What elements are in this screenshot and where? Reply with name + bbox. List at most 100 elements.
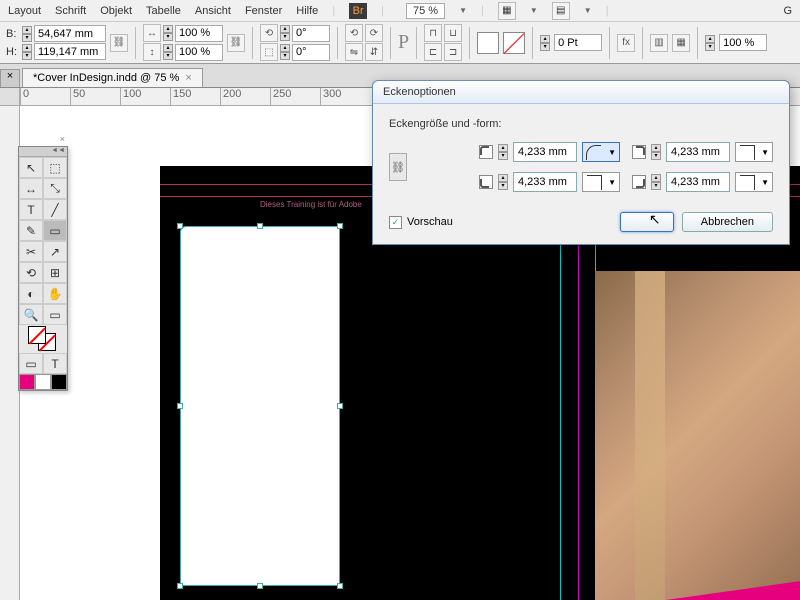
rotate-input[interactable] [292,25,330,42]
hand-tool[interactable]: 🔍 [19,304,43,325]
shear-icon: ⬚ [260,43,278,61]
height-input[interactable] [34,43,106,60]
arrange-icon[interactable]: ▤ [552,2,570,20]
preview-checkbox[interactable]: ✓ [389,216,402,229]
tools-close-icon[interactable]: × [60,134,65,144]
menu-tabelle[interactable]: Tabelle [146,5,181,17]
scale-y-input[interactable] [175,44,223,61]
align-1-icon[interactable]: ⊓ [424,24,442,42]
corner-tl-input[interactable] [513,142,577,162]
header-text: Dieses Training ist für Adobe [260,200,362,209]
stroke-weight-input[interactable] [554,34,602,51]
tab-close-extra[interactable]: × [0,69,20,87]
selection-tool[interactable]: ↖ [19,157,43,178]
corner-br-stepper[interactable]: ▴▾ [651,174,661,190]
tools-collapse[interactable] [19,147,67,157]
rectangle-frame-tool[interactable]: ▭ [43,220,67,241]
corner-tl-stepper[interactable]: ▴▾ [498,144,508,160]
link-corners-icon[interactable]: ⛓ [389,153,407,181]
cover-photo[interactable] [595,271,800,600]
swatch-row[interactable] [19,374,67,390]
menu-right-g[interactable]: G [783,5,792,17]
eyedropper-tool[interactable]: ✋ [43,283,67,304]
formatting-container-icon[interactable]: ▭ [19,353,43,374]
ok-button[interactable]: OK ↖ [620,212,674,232]
shear-stepper[interactable]: ▴▾ [280,44,290,60]
paragraph-icon[interactable]: P [398,31,409,54]
gradient-feather-tool[interactable]: ⊞ [43,262,67,283]
flip-h-icon[interactable]: ⇋ [345,43,363,61]
effects-icon[interactable]: fx [617,34,635,52]
align-2-icon[interactable]: ⊔ [444,24,462,42]
flip-v-icon[interactable]: ⇵ [365,43,383,61]
pen-tool[interactable]: ✎ [19,220,43,241]
free-transform-tool[interactable]: ↗ [43,241,67,262]
corner-bl-stepper[interactable]: ▴▾ [498,174,508,190]
corner-options-dialog: Eckenoptionen Eckengröße und -form: ▴▾ ▼… [372,80,790,245]
fill-swatch[interactable] [477,32,499,54]
height-stepper[interactable]: ▴▾ [22,44,32,60]
corner-tr-shape[interactable]: ▼ [735,142,773,162]
scale-y-stepper[interactable]: ▴▾ [163,44,173,60]
rotate-stepper[interactable]: ▴▾ [280,25,290,41]
type-tool[interactable]: T [19,199,43,220]
selected-frame[interactable] [180,226,340,586]
constrain-icon[interactable]: ⛓ [110,34,128,52]
zoom-level[interactable]: 75 % [406,3,445,19]
tab-close-icon[interactable]: × [185,72,191,84]
page-tool[interactable]: ↔ [19,178,43,199]
scale2-input[interactable] [719,34,767,51]
align-3-icon[interactable]: ⊏ [424,43,442,61]
menu-fenster[interactable]: Fenster [245,5,282,17]
cancel-button[interactable]: Abbrechen [682,212,773,232]
shear-input[interactable] [292,44,330,61]
stroke-swatch[interactable] [503,32,525,54]
constrain-scale-icon[interactable]: ⛓ [227,34,245,52]
screen-mode-icon[interactable]: ▦ [498,2,516,20]
corner-bl-input[interactable] [513,172,577,192]
mouse-cursor-icon: ↖ [649,211,661,228]
scale-x-input[interactable] [175,25,223,42]
scale-x-icon: ↔ [143,24,161,42]
fill-stroke-swatch[interactable] [19,325,67,353]
zoom-tool[interactable]: ▭ [43,304,67,325]
corner-tl-shape[interactable]: ▼ [582,142,620,162]
width-stepper[interactable]: ▴▾ [22,26,32,42]
gradient-swatch-tool[interactable]: ⟲ [19,262,43,283]
note-tool[interactable]: ◐ [19,283,43,304]
menu-ansicht[interactable]: Ansicht [195,5,231,17]
direct-selection-tool[interactable]: ⬚ [43,157,67,178]
tools-panel: × ↖ ⬚ ↔ ⤡ T ╱ ✎ ▭ ✂ ↗ ⟲ ⊞ ◐ ✋ 🔍 ▭ ▭ T [18,146,68,391]
scissors-tool[interactable]: ✂ [19,241,43,262]
scale-x-stepper[interactable]: ▴▾ [163,25,173,41]
menu-objekt[interactable]: Objekt [100,5,132,17]
bridge-icon[interactable]: Br [349,3,367,19]
ruler-vertical[interactable] [0,106,20,600]
corner-br-shape[interactable]: ▼ [735,172,773,192]
corner-tr-stepper[interactable]: ▴▾ [651,144,661,160]
menu-hilfe[interactable]: Hilfe [296,5,318,17]
corner-tr-input[interactable] [666,142,730,162]
stroke-weight-stepper[interactable]: ▴▾ [540,35,550,51]
width-input[interactable] [34,25,106,42]
formatting-text-icon[interactable]: T [43,353,67,374]
gap-tool[interactable]: ⤡ [43,178,67,199]
menu-layout[interactable]: Layout [8,5,41,17]
text-wrap-1-icon[interactable]: ▥ [650,34,668,52]
corner-br-input[interactable] [666,172,730,192]
align-4-icon[interactable]: ⊐ [444,43,462,61]
dialog-title: Eckenoptionen [373,81,789,104]
line-tool[interactable]: ╱ [43,199,67,220]
corner-bl-shape[interactable]: ▼ [582,172,620,192]
document-tab[interactable]: *Cover InDesign.indd @ 75 % × [22,68,203,87]
text-wrap-2-icon[interactable]: ▦ [672,34,690,52]
height-label: H: [6,46,20,58]
rotate-ccw-icon[interactable]: ⟲ [345,24,363,42]
menu-schrift[interactable]: Schrift [55,5,86,17]
ruler-origin[interactable] [0,88,20,106]
zoom-dropdown-arrow[interactable]: ▼ [459,6,467,15]
scale2-stepper[interactable]: ▴▾ [705,35,715,51]
scale-y-icon: ↕ [143,43,161,61]
rotate-cw-icon[interactable]: ⟳ [365,24,383,42]
dialog-section-label: Eckengröße und -form: [389,118,773,130]
